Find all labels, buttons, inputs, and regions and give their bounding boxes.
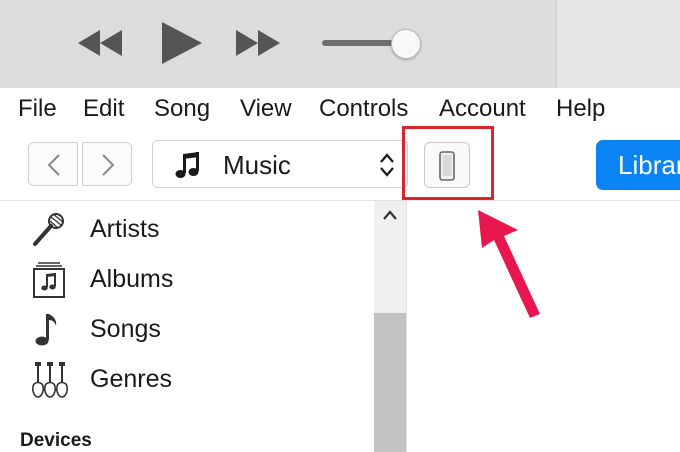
- menu-file[interactable]: File: [18, 96, 57, 122]
- scrollbar-thumb[interactable]: [374, 313, 406, 452]
- chevron-up-down-icon: [380, 153, 394, 177]
- sidebar-item-label: Artists: [90, 215, 160, 243]
- status-display: [556, 0, 680, 88]
- sidebar-item-genres[interactable]: Genres: [30, 357, 370, 401]
- menu-controls[interactable]: Controls: [319, 96, 408, 122]
- menu-bar: File Edit Song View Controls Account Hel…: [0, 88, 680, 128]
- fast-forward-button[interactable]: [234, 28, 282, 58]
- back-button[interactable]: [28, 142, 78, 186]
- rewind-button[interactable]: [76, 28, 124, 58]
- sidebar: Artists Albums Songs Genres Devices: [0, 201, 374, 452]
- play-button[interactable]: [158, 20, 204, 66]
- sidebar-item-label: Genres: [90, 365, 172, 393]
- annotation-arrow-icon: [478, 210, 540, 318]
- menu-edit[interactable]: Edit: [83, 96, 124, 122]
- device-button-highlight: [402, 126, 494, 200]
- rewind-icon: [78, 30, 122, 56]
- guitars-icon: [32, 362, 68, 398]
- sidebar-item-artists[interactable]: Artists: [30, 207, 370, 251]
- music-note-icon: [175, 152, 199, 178]
- music-note-icon: [35, 314, 57, 346]
- itunes-window: File Edit Song View Controls Account Hel…: [0, 0, 680, 452]
- fast-forward-icon: [236, 30, 280, 56]
- volume-slider[interactable]: [322, 26, 430, 60]
- scroll-up-arrow-icon[interactable]: [382, 209, 398, 221]
- menu-song[interactable]: Song: [154, 96, 210, 122]
- album-icon: [33, 262, 65, 298]
- toolbar: Music: [0, 128, 680, 201]
- menu-view[interactable]: View: [240, 96, 292, 122]
- library-tab[interactable]: Library: [596, 140, 680, 190]
- devices-section-header: Devices: [20, 430, 92, 451]
- sidebar-item-albums[interactable]: Albums: [30, 257, 370, 301]
- sidebar-item-label: Songs: [90, 315, 161, 343]
- sidebar-item-label: Albums: [90, 265, 174, 293]
- play-icon: [162, 22, 202, 64]
- player-bar: [0, 0, 680, 88]
- media-type-selector[interactable]: Music: [152, 140, 408, 188]
- microphone-icon: [33, 213, 64, 246]
- chevron-left-icon: [47, 154, 60, 176]
- sidebar-scrollbar[interactable]: [374, 201, 406, 452]
- menu-account[interactable]: Account: [439, 96, 526, 122]
- volume-knob[interactable]: [391, 29, 421, 59]
- chevron-right-icon: [102, 154, 115, 176]
- sidebar-item-songs[interactable]: Songs: [30, 307, 370, 351]
- forward-button[interactable]: [82, 142, 132, 186]
- menu-help[interactable]: Help: [556, 96, 605, 122]
- media-type-label: Music: [223, 150, 291, 180]
